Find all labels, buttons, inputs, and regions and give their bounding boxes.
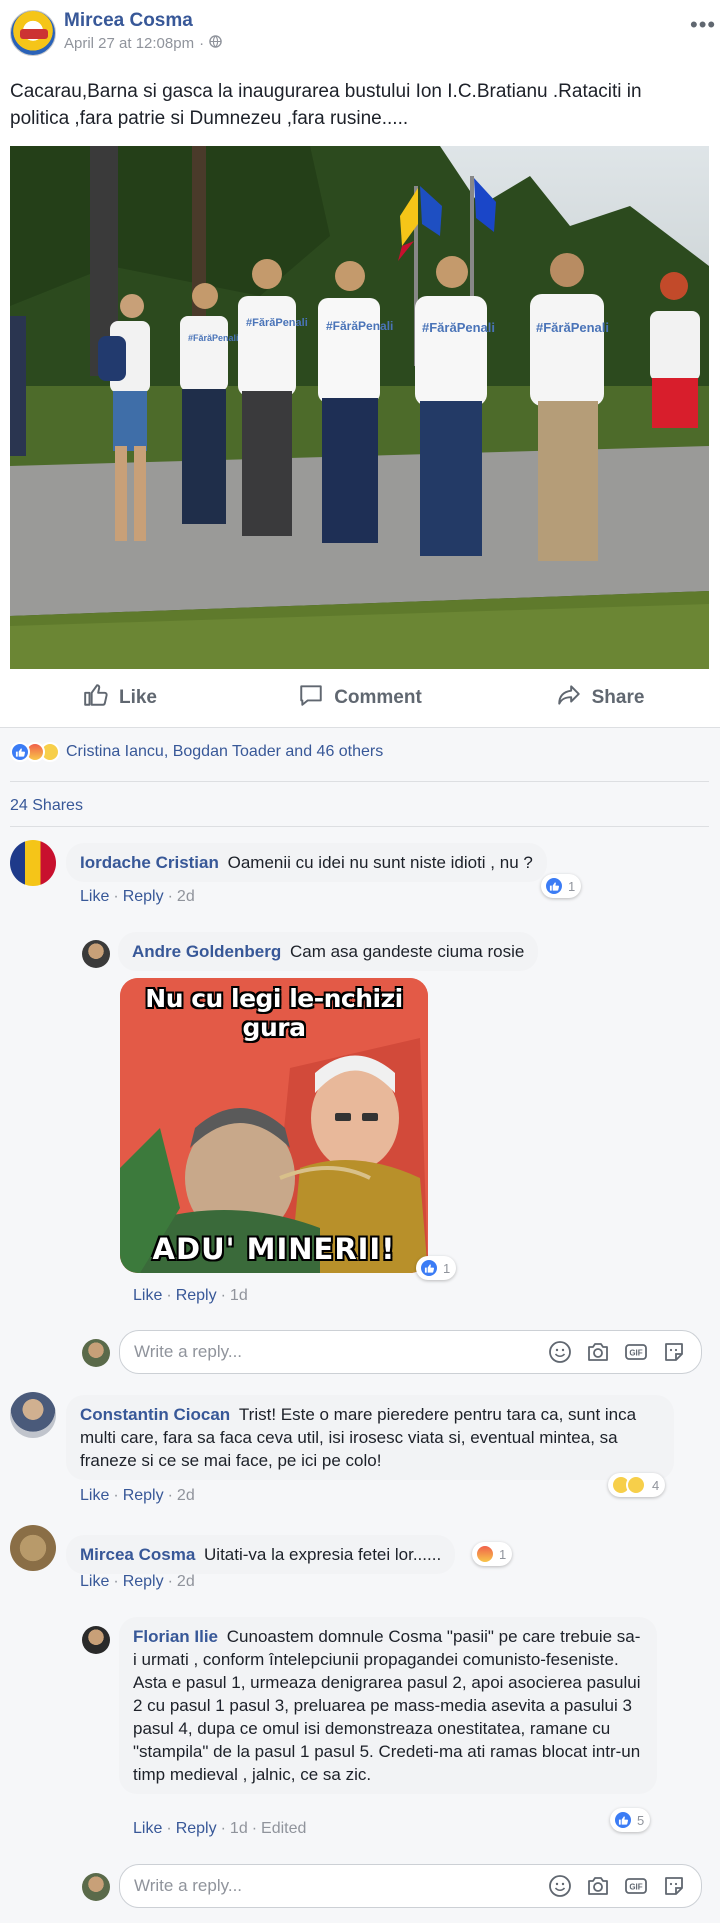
comment-author[interactable]: Constantin Ciocan <box>80 1405 230 1424</box>
reply-time[interactable]: 1d <box>230 1287 248 1304</box>
emoji-icon[interactable] <box>547 1339 573 1365</box>
shares-count[interactable]: 24 Shares <box>10 797 83 815</box>
sad-reaction-icon <box>626 1475 646 1495</box>
reply-input[interactable]: Write a reply... GIF <box>119 1330 702 1374</box>
comment-text: Uitati-va la expresia fetei lor...... <box>204 1545 442 1564</box>
share-arrow-icon <box>556 682 582 714</box>
reply-avatar[interactable] <box>82 1626 110 1654</box>
post-action-bar: Like Comment Share <box>0 674 720 722</box>
comment-reply-link[interactable]: Reply <box>123 1487 164 1504</box>
reply-placeholder: Write a reply... <box>134 1876 243 1895</box>
comment-author[interactable]: Iordache Cristian <box>80 853 219 872</box>
commenter-avatar[interactable] <box>10 1392 56 1438</box>
meme-top-caption: Nu cu legi le-nchizi gura <box>145 984 403 1042</box>
reply-author[interactable]: Florian Ilie <box>133 1627 218 1646</box>
comment-time[interactable]: 2d <box>177 1487 195 1504</box>
divider <box>10 826 709 827</box>
public-globe-icon <box>209 35 222 52</box>
like-label: Like <box>118 687 158 708</box>
comment-reaction-count[interactable]: 1 <box>472 1542 513 1566</box>
reply-meta: Like · Reply · 1d · Edited <box>133 1820 307 1837</box>
svg-text:GIF: GIF <box>629 1883 642 1892</box>
angry-reaction-icon <box>475 1544 495 1564</box>
reply-like-link[interactable]: Like <box>133 1820 162 1837</box>
sticker-icon[interactable] <box>661 1339 687 1365</box>
post-text: Cacarau,Barna si gasca la inaugurarea bu… <box>10 81 642 129</box>
reply-text: Cunoastem domnule Cosma "pasii" pe care … <box>133 1627 641 1784</box>
shirt-label: #FărăPenali <box>326 319 393 333</box>
comment-reply-link[interactable]: Reply <box>123 888 164 905</box>
reply-meme-image[interactable]: Nu cu legi le-nchizi gura ADU' MINERII! <box>120 978 428 1273</box>
comment-author[interactable]: Mircea Cosma <box>80 1545 195 1564</box>
comment-like-link[interactable]: Like <box>80 1487 109 1504</box>
edited-label[interactable]: Edited <box>261 1820 306 1837</box>
comment-reply-link[interactable]: Reply <box>123 1573 164 1590</box>
reply-time[interactable]: 1d <box>230 1820 248 1837</box>
comment-text: Oamenii cu idei nu sunt niste idioti , n… <box>227 853 533 872</box>
reply-text: Cam asa gandeste ciuma rosie <box>289 942 525 961</box>
page-avatar[interactable] <box>10 10 56 56</box>
like-reaction-icon <box>544 876 564 896</box>
camera-icon[interactable] <box>585 1873 611 1899</box>
comment-meta: Like · Reply · 2d <box>80 888 195 905</box>
comment-time[interactable]: 2d <box>177 888 195 905</box>
comment-meta: Like · Reply · 2d <box>80 1487 195 1504</box>
gif-icon[interactable]: GIF <box>623 1873 649 1899</box>
svg-text:GIF: GIF <box>629 1349 642 1358</box>
comment-bubble: Constantin Ciocan Trist! Este o mare pie… <box>66 1395 674 1480</box>
reply-reply-link[interactable]: Reply <box>176 1287 217 1304</box>
share-label: Share <box>591 687 645 708</box>
post-time[interactable]: April 27 at 12:08pm <box>64 35 194 52</box>
comment-bubble: Mircea Cosma Uitati-va la expresia fetei… <box>66 1535 456 1574</box>
camera-icon[interactable] <box>585 1339 611 1365</box>
reply-avatar[interactable] <box>82 940 110 968</box>
commenter-avatar[interactable] <box>10 840 56 886</box>
comment-meta: Like · Reply · 2d <box>80 1573 195 1590</box>
comment-like-link[interactable]: Like <box>80 888 109 905</box>
like-button[interactable]: Like <box>0 674 240 722</box>
reply-reply-link[interactable]: Reply <box>176 1820 217 1837</box>
reply-meta: Like · Reply · 1d <box>133 1287 248 1304</box>
gif-icon[interactable]: GIF <box>623 1339 649 1365</box>
comment-button[interactable]: Comment <box>240 674 480 722</box>
post-timestamp[interactable]: April 27 at 12:08pm · <box>64 35 222 52</box>
meme-bottom-caption: ADU' MINERII! <box>152 1232 396 1266</box>
like-reaction-icon <box>419 1258 439 1278</box>
divider <box>10 781 709 782</box>
reply-reaction-count[interactable]: 5 <box>610 1808 651 1832</box>
thumbs-up-icon <box>83 682 109 714</box>
comment-reaction-count[interactable]: 4 <box>608 1473 666 1497</box>
shirt-label: #FărăPenali <box>536 320 609 335</box>
comment-like-link[interactable]: Like <box>80 1573 109 1590</box>
shirt-label: #FărăPenali <box>188 333 239 343</box>
reply-bubble: Andre Goldenberg Cam asa gandeste ciuma … <box>118 932 539 971</box>
reaction-names[interactable]: Cristina Iancu, Bogdan Toader and 46 oth… <box>66 743 383 761</box>
reply-reaction-count[interactable]: 1 <box>416 1256 457 1280</box>
reaction-summary[interactable]: Cristina Iancu, Bogdan Toader and 46 oth… <box>10 742 383 762</box>
comment-time[interactable]: 2d <box>177 1573 195 1590</box>
share-button[interactable]: Share <box>480 674 720 722</box>
comment-bubble: Iordache Cristian Oamenii cu idei nu sun… <box>66 843 547 882</box>
commenter-avatar[interactable] <box>10 1525 56 1571</box>
reply-placeholder: Write a reply... <box>134 1342 243 1361</box>
like-reaction-icon <box>10 742 30 762</box>
shirt-label: #FărăPenali <box>246 317 308 329</box>
post-photo[interactable]: #FărăPenali #FărăPenali #FărăPenali #Făr… <box>10 146 709 669</box>
post-author[interactable]: Mircea Cosma <box>64 10 193 32</box>
reply-bubble: Florian Ilie Cunoastem domnule Cosma "pa… <box>119 1617 657 1794</box>
more-options-icon[interactable]: ••• <box>690 12 716 38</box>
reply-like-link[interactable]: Like <box>133 1287 162 1304</box>
reply-author[interactable]: Andre Goldenberg <box>132 942 281 961</box>
current-user-avatar <box>82 1339 110 1367</box>
comment-reaction-count[interactable]: 1 <box>541 874 582 898</box>
shirt-label: #FărăPenali <box>422 320 495 335</box>
sticker-icon[interactable] <box>661 1873 687 1899</box>
emoji-icon[interactable] <box>547 1873 573 1899</box>
current-user-avatar <box>82 1873 110 1901</box>
like-reaction-icon <box>613 1810 633 1830</box>
comment-icon <box>298 682 324 714</box>
comment-label: Comment <box>334 687 422 708</box>
reply-input[interactable]: Write a reply... GIF <box>119 1864 702 1908</box>
